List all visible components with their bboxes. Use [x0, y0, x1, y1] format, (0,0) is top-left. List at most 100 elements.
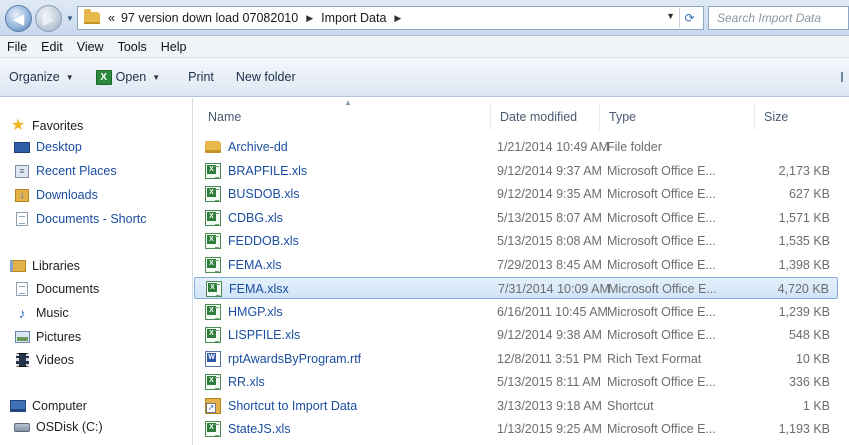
chevron-down-icon: ▼	[152, 72, 161, 82]
file-type: Rich Text Format	[607, 351, 702, 366]
file-date-modified: 7/31/2014 10:09 AM	[498, 282, 610, 296]
file-row[interactable]: RR.xls 5/13/2015 8:11 AM Microsoft Office …	[194, 371, 838, 393]
menu-tools[interactable]: Tools	[118, 40, 147, 54]
column-header-name[interactable]: Name	[208, 110, 241, 124]
file-name: StateJS.xls	[228, 422, 291, 436]
change-view-icon[interactable]	[841, 72, 849, 82]
file-name: FEMA.xls	[228, 257, 282, 272]
nav-item-desktop[interactable]: Desktop	[14, 136, 82, 158]
nav-item-osdisk[interactable]: OSDisk (C:)	[14, 416, 103, 438]
command-bar: Organize ▼ X Open ▼ Print New folder	[0, 58, 849, 97]
column-divider[interactable]	[754, 104, 755, 130]
nav-favorites[interactable]: ★ Favorites	[10, 115, 84, 137]
chevron-right-icon[interactable]: ▶	[394, 13, 401, 24]
print-button[interactable]: Print	[188, 70, 214, 84]
file-date-modified: 9/12/2014 9:35 AM	[497, 187, 602, 201]
nav-label: Desktop	[36, 140, 82, 154]
open-button[interactable]: X Open ▼	[95, 69, 161, 85]
column-header-type[interactable]: Type	[609, 110, 636, 124]
file-type: Microsoft Office E...	[607, 304, 716, 319]
new-folder-label: New folder	[235, 70, 296, 84]
excel-file-icon	[205, 256, 221, 273]
file-row[interactable]: FEMA.xlsx 7/31/2014 10:09 AMMicrosoft Off…	[194, 277, 838, 299]
file-row[interactable]: BUSDOB.xls 9/12/2014 9:35 AM Microsoft Off…	[194, 183, 838, 205]
nav-libraries[interactable]: Libraries	[10, 255, 80, 277]
refresh-icon[interactable]: ⟳	[679, 8, 699, 28]
nav-item-music[interactable]: ♪ Music	[14, 302, 69, 324]
back-button[interactable]: ◀	[5, 5, 32, 32]
column-divider[interactable]	[490, 104, 491, 130]
file-name: BUSDOB.xls	[228, 187, 300, 201]
file-type: Microsoft Office E...	[607, 257, 716, 272]
file-row[interactable]: HMGP.xls 6/16/2011 10:45 AMMicrosoft Offi…	[194, 301, 838, 323]
document-icon	[16, 212, 28, 226]
breadcrumb-item[interactable]: Import Data	[321, 11, 386, 25]
excel-file-icon	[205, 162, 221, 179]
file-type: Microsoft Office E...	[608, 282, 717, 296]
recent-places-icon: ≡	[15, 164, 29, 178]
file-row[interactable]: BRAPFILE.xls 9/12/2014 9:37 AM Microsoft O…	[194, 160, 838, 182]
file-size: 336 KB	[788, 375, 830, 389]
excel-file-icon	[205, 421, 221, 437]
forward-button[interactable]: ▶	[35, 5, 62, 32]
nav-item-pictures[interactable]: Pictures	[14, 326, 81, 348]
file-name: Shortcut to Import Data	[228, 398, 358, 413]
column-header-date[interactable]: Date modified	[500, 110, 577, 124]
column-header-size[interactable]: Size	[764, 110, 788, 124]
file-size: 2,173 KB	[778, 163, 830, 178]
chevron-down-icon: ▼	[65, 72, 74, 82]
file-row[interactable]: Shortcut to Import Data 3/13/2013 9:18 AM…	[194, 395, 838, 417]
chevron-right-icon[interactable]: ▶	[306, 13, 313, 24]
menu-bar: File Edit View Tools Help	[0, 36, 849, 58]
breadcrumb-item[interactable]: 97 version down load 07082010	[121, 11, 298, 25]
file-row[interactable]: rptAwardsByProgram.rtf 12/8/2011 3:51 PM R…	[194, 348, 838, 370]
menu-file[interactable]: File	[7, 40, 27, 54]
breadcrumb-overflow[interactable]: «	[108, 11, 115, 25]
new-folder-button[interactable]: New folder	[236, 70, 296, 84]
file-date-modified: 12/8/2011 3:51 PM	[497, 351, 602, 366]
address-history-dropdown[interactable]: ▼	[666, 11, 675, 21]
file-row[interactable]: LISPFILE.xls 9/12/2014 9:38 AM Microsoft O…	[194, 324, 838, 346]
nav-label: Documents	[36, 282, 100, 296]
nav-label: OSDisk (C:)	[36, 420, 103, 434]
print-label: Print	[188, 70, 214, 84]
file-type: Microsoft Office E...	[607, 163, 716, 178]
menu-edit[interactable]: Edit	[41, 40, 63, 54]
file-row[interactable]: Archive-dd 1/21/2014 10:49 AM File folder	[194, 136, 838, 158]
file-date-modified: 5/13/2015 8:11 AM	[497, 375, 602, 389]
nav-computer[interactable]: Computer	[10, 395, 87, 417]
file-name: FEMA.xlsx	[229, 282, 289, 296]
search-input[interactable]: Search Import Data	[708, 6, 849, 30]
desktop-icon	[14, 141, 30, 153]
address-box[interactable]: « 97 version down load 07082010 ▶ Import…	[77, 6, 704, 30]
file-type: Microsoft Office E...	[607, 422, 716, 436]
file-name: BRAPFILE.xls	[228, 163, 308, 178]
file-name: LISPFILE.xls	[228, 328, 301, 342]
nav-label: Videos	[36, 353, 74, 367]
search-placeholder: Search Import Data	[717, 11, 822, 25]
file-name: Archive-dd	[228, 140, 288, 154]
nav-item-downloads[interactable]: ↓ Downloads	[14, 184, 98, 206]
nav-item-documents[interactable]: Documents	[14, 278, 99, 300]
file-size: 1,535 KB	[778, 234, 830, 248]
nav-item-videos[interactable]: Videos	[14, 349, 74, 371]
organize-button[interactable]: Organize ▼	[9, 70, 74, 84]
file-row[interactable]: StateJS.xls 1/13/2015 9:25 AM Microsoft Of…	[194, 418, 838, 440]
file-type: Shortcut	[607, 398, 654, 413]
file-type: Microsoft Office E...	[607, 234, 716, 248]
file-date-modified: 3/13/2013 9:18 AM	[497, 398, 602, 413]
menu-help[interactable]: Help	[161, 40, 187, 54]
file-row[interactable]: FEMA.xls 7/29/2013 8:45 AM Microsoft Offic…	[194, 254, 838, 276]
file-row[interactable]: CDBG.xls 5/13/2015 8:07 AM Microsoft Offic…	[194, 207, 838, 229]
file-type: Microsoft Office E...	[607, 375, 716, 389]
recent-pages-dropdown[interactable]: ▼	[66, 14, 74, 23]
menu-view[interactable]: View	[77, 40, 104, 54]
file-date-modified: 1/21/2014 10:49 AM	[497, 140, 609, 154]
nav-item-documents-shortcut[interactable]: Documents - Shortc	[14, 208, 146, 230]
column-divider[interactable]	[599, 104, 600, 130]
file-row[interactable]: FEDDOB.xls 5/13/2015 8:08 AM Microsoft Off…	[194, 230, 838, 252]
shortcut-icon	[205, 397, 221, 414]
nav-item-recent-places[interactable]: ≡ Recent Places	[14, 160, 117, 182]
desktop-icon-wrap	[14, 140, 30, 154]
file-name: CDBG.xls	[228, 210, 283, 225]
